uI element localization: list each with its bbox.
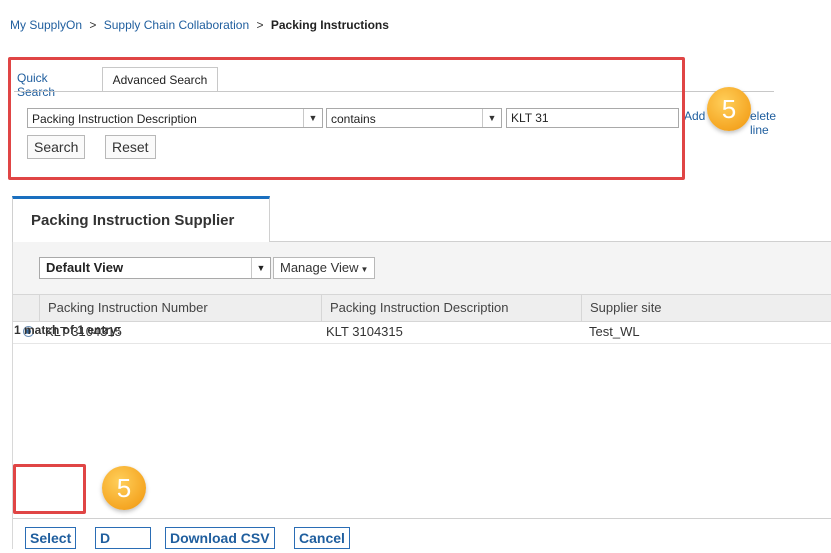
breadcrumb-current: Packing Instructions [270, 18, 389, 32]
view-toolbar: Default View ▼ Manage View ▼ [13, 242, 831, 294]
breadcrumb-my-supplyon[interactable]: My SupplyOn [10, 18, 82, 32]
table-row[interactable]: KLT 3104315 KLT 3104315 Test_WL [13, 321, 831, 344]
breadcrumb-supply-chain-collaboration[interactable]: Supply Chain Collaboration [104, 18, 249, 32]
highlight-search-box [8, 57, 685, 180]
breadcrumb: My SupplyOn > Supply Chain Collaboration… [10, 18, 389, 32]
manage-view-label: Manage View [280, 260, 359, 275]
column-header-description[interactable]: Packing Instruction Description [321, 295, 581, 321]
breadcrumb-separator: > [89, 18, 97, 32]
match-count: 1 match of 1 entry: [14, 323, 121, 337]
column-header-number[interactable]: Packing Instruction Number [39, 295, 321, 321]
column-header-supplier-site[interactable]: Supplier site [581, 295, 831, 321]
breadcrumb-separator: > [256, 18, 264, 32]
tab-packing-instruction-supplier[interactable]: Packing Instruction Supplier [12, 196, 270, 242]
cancel-button[interactable]: Cancel [294, 527, 350, 549]
select-button[interactable]: Select [25, 527, 77, 549]
table-header: Packing Instruction Number Packing Instr… [13, 294, 831, 322]
partially-hidden-button[interactable]: D [95, 527, 151, 549]
highlight-select-button [13, 464, 86, 514]
supplier-site: Test_WL [589, 324, 640, 339]
view-select[interactable]: Default View ▼ [39, 257, 271, 279]
manage-view-button[interactable]: Manage View ▼ [273, 257, 376, 279]
delete-line-link[interactable]: elete line [750, 109, 776, 137]
chevron-down-icon: ▼ [251, 258, 270, 278]
caret-down-icon: ▼ [360, 265, 369, 274]
step-badge: 5 [102, 466, 146, 510]
download-csv-button[interactable]: Download CSV [165, 527, 275, 549]
packing-instruction-description: KLT 3104315 [326, 324, 403, 339]
add-line-link[interactable]: Add [684, 109, 705, 123]
step-badge: 5 [707, 87, 751, 131]
view-select-value: Default View [46, 260, 124, 275]
